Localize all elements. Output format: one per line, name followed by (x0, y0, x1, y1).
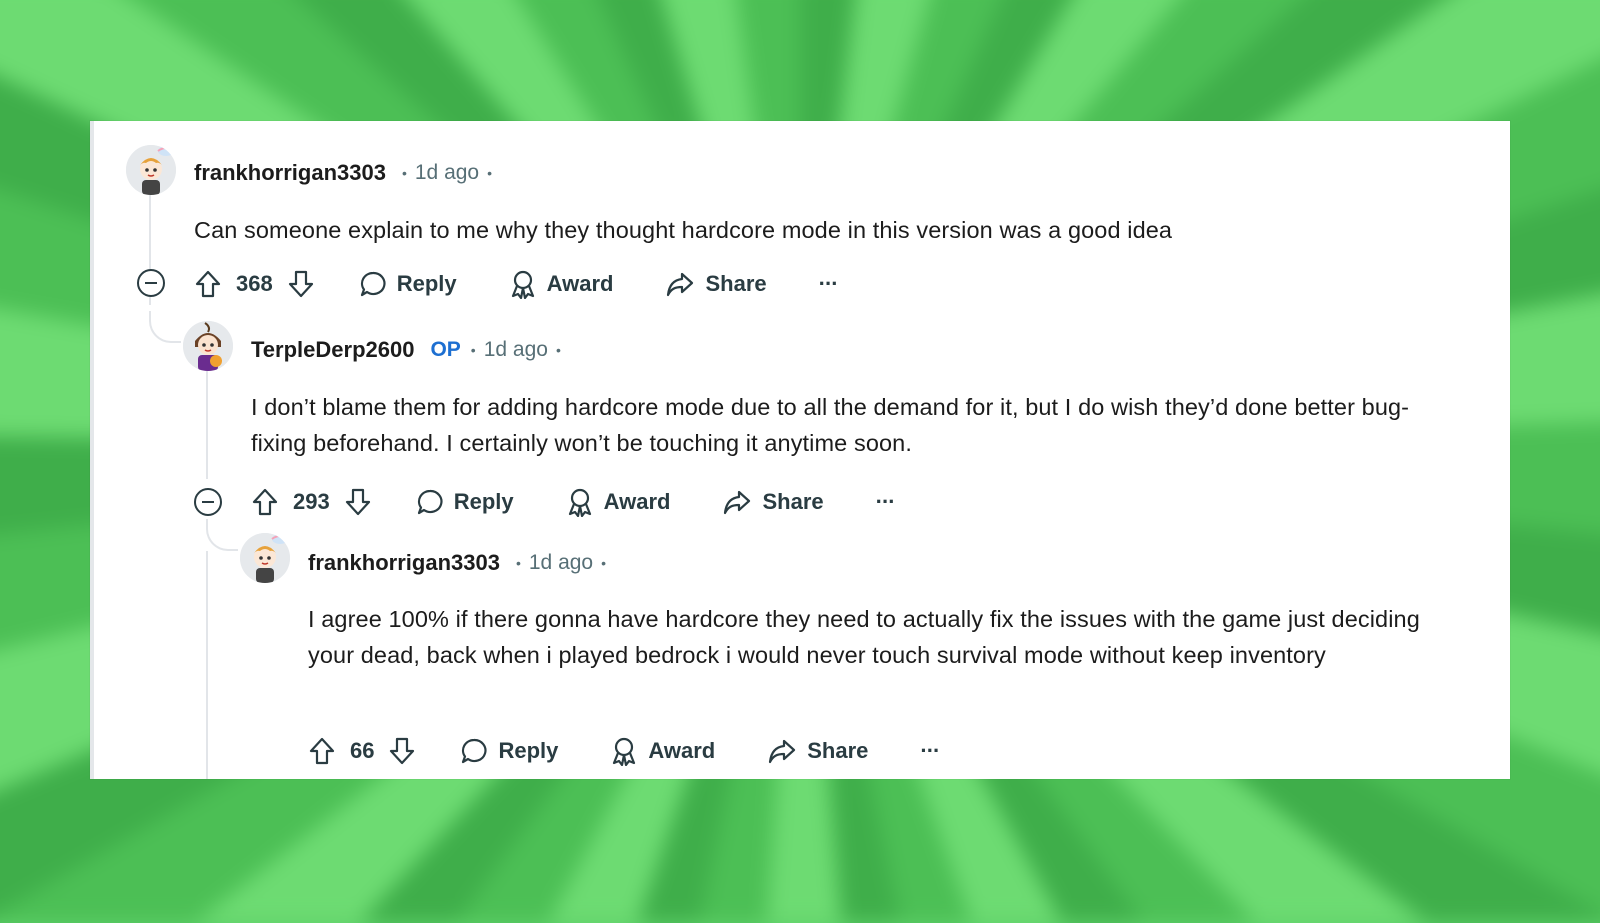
more-options-button[interactable]: ··· (920, 738, 940, 764)
award-button[interactable]: Award (566, 487, 671, 517)
avatar[interactable] (183, 321, 233, 371)
award-button[interactable]: Award (610, 736, 715, 766)
timestamp[interactable]: 1d ago (529, 551, 593, 575)
speech-bubble-icon (417, 489, 443, 515)
award-label: Award (648, 738, 716, 763)
avatar-icon (183, 321, 233, 371)
downvote-button[interactable] (344, 487, 372, 517)
share-button[interactable]: Share (665, 270, 767, 298)
thread-connector-level-1 (149, 311, 181, 343)
vote-group: 368 (194, 269, 315, 299)
share-label: Share (705, 271, 767, 296)
upvote-arrow-icon (195, 270, 221, 298)
collapse-thread-button[interactable] (193, 487, 223, 517)
thread-line-level-2[interactable] (206, 359, 208, 479)
reply-label: Reply (453, 489, 514, 514)
reply-label: Reply (396, 271, 457, 296)
award-ribbon-icon (613, 737, 636, 766)
avatar-icon (240, 533, 290, 583)
separator-dot: • (487, 165, 493, 181)
comment-meta: frankhorrigan3303 • 1d ago • (194, 158, 492, 188)
vote-score: 368 (236, 271, 273, 296)
upvote-button[interactable] (251, 487, 279, 517)
downvote-button[interactable] (287, 269, 315, 299)
upvote-button[interactable] (308, 736, 336, 766)
reply-button[interactable]: Reply (359, 270, 457, 298)
more-options-icon: ··· (875, 489, 896, 514)
reply-button[interactable]: Reply (416, 488, 514, 516)
comment-body: Can someone explain to me why they thoug… (194, 217, 1173, 243)
thread-line-level-2-continued (206, 551, 208, 779)
reply-button[interactable]: Reply (460, 737, 558, 765)
reply-label: Reply (498, 738, 559, 763)
vote-score: 66 (350, 738, 375, 763)
more-options-icon: ··· (920, 738, 940, 763)
timestamp[interactable]: 1d ago (415, 161, 479, 185)
comment-meta: frankhorrigan3303 • 1d ago • (308, 548, 606, 578)
comment-actions: 293 Reply Award Share ··· (251, 484, 947, 520)
more-options-button[interactable]: ··· (875, 489, 896, 515)
award-label: Award (546, 271, 614, 296)
collapse-thread-button[interactable] (136, 268, 166, 298)
more-options-icon: ··· (818, 271, 839, 296)
share-button[interactable]: Share (722, 488, 824, 516)
share-arrow-icon (769, 739, 796, 764)
award-ribbon-icon (568, 488, 591, 517)
separator-dot: • (401, 165, 407, 181)
downvote-arrow-icon (345, 488, 370, 516)
upvote-arrow-icon (252, 488, 278, 516)
comment-body: I don’t blame them for adding hardcore m… (251, 394, 1410, 456)
separator-dot: • (470, 342, 476, 358)
username[interactable]: frankhorrigan3303 (308, 550, 500, 576)
speech-bubble-icon (360, 271, 386, 297)
downvote-arrow-icon (288, 270, 313, 298)
comment-meta: TerpleDerp2600 OP • 1d ago • (251, 335, 561, 365)
downvote-button[interactable] (388, 736, 416, 766)
more-options-button[interactable]: ··· (818, 271, 839, 297)
username[interactable]: TerpleDerp2600 (251, 337, 414, 363)
vote-group: 66 (308, 736, 416, 766)
award-button[interactable]: Award (509, 269, 614, 299)
vote-score: 293 (293, 489, 330, 514)
comment-body: I agree 100% if there gonna have hardcor… (308, 606, 1420, 668)
upvote-arrow-icon (309, 737, 335, 765)
share-button[interactable]: Share (767, 737, 868, 765)
avatar-icon (126, 145, 176, 195)
comment-thread-card: frankhorrigan3303 • 1d ago • Can someone… (90, 121, 1510, 779)
vote-group: 293 (251, 487, 372, 517)
timestamp[interactable]: 1d ago (484, 338, 548, 362)
avatar[interactable] (126, 145, 176, 195)
minus-circle-icon (137, 269, 165, 297)
share-label: Share (807, 738, 869, 763)
separator-dot: • (555, 342, 561, 358)
award-ribbon-icon (511, 270, 534, 299)
share-arrow-icon (667, 272, 694, 297)
separator-dot: • (601, 555, 607, 571)
comment-actions: 368 Reply Award Share ··· (194, 266, 890, 302)
award-label: Award (603, 489, 671, 514)
minus-circle-icon (194, 488, 222, 516)
avatar[interactable] (240, 533, 290, 583)
share-arrow-icon (724, 490, 751, 515)
upvote-button[interactable] (194, 269, 222, 299)
username[interactable]: frankhorrigan3303 (194, 160, 386, 186)
separator-dot: • (515, 555, 521, 571)
thread-connector-level-2 (206, 519, 238, 551)
comment-actions: 66 Reply Award Share ··· (308, 733, 991, 769)
downvote-arrow-icon (390, 737, 415, 765)
speech-bubble-icon (462, 738, 488, 764)
share-label: Share (762, 489, 824, 514)
op-badge: OP (430, 338, 461, 361)
